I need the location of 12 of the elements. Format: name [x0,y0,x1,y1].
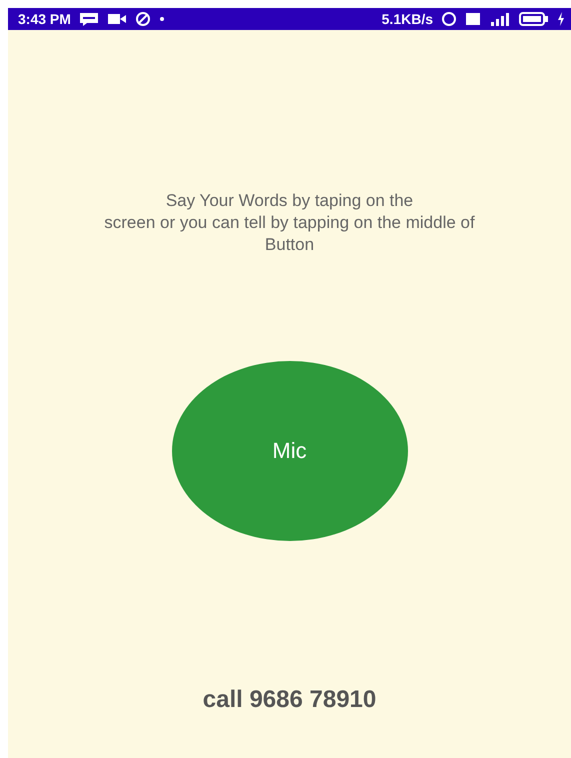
instruction-text: Say Your Words by taping on the screen or you can tell by tapping on the middle of Button [104,190,475,256]
signal-icon [489,12,511,26]
dot-icon [158,16,165,22]
battery-icon [519,12,549,26]
video-icon [106,13,127,25]
call-text: call 9686 78910 [202,686,376,714]
message-icon [78,12,99,26]
status-time: 3:43 PM [18,11,71,27]
circle-icon [134,11,151,27]
mic-button[interactable]: Mic [172,361,408,541]
network-speed: 5.1KB/s [382,11,433,27]
charging-icon [557,12,565,26]
